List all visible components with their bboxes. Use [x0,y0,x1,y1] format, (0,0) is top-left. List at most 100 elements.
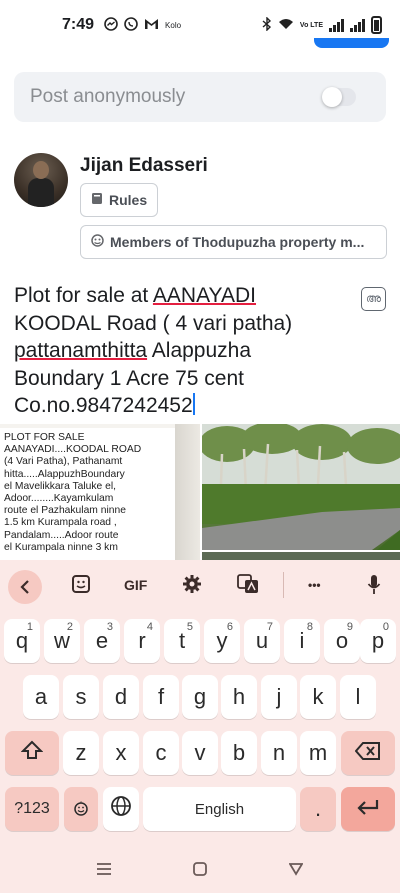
key-hint: 9 [346,621,353,633]
recent-apps-icon[interactable] [96,860,112,881]
post-anonymously-label: Post anonymously [30,86,186,107]
text-cursor [192,393,195,415]
attached-image-document[interactable]: PLOT FOR SALE AANAYADI....KOODAL ROAD (4… [0,424,200,564]
key-hint: 5 [186,621,193,633]
sticker-icon[interactable] [71,574,91,599]
key-l[interactable]: l [340,675,376,719]
key-o[interactable]: o9 [324,619,360,663]
key-i[interactable]: i8 [284,619,320,663]
gif-button[interactable]: GIF [124,577,147,593]
home-icon[interactable] [193,860,207,881]
backspace-key[interactable] [341,731,395,775]
shift-key[interactable] [5,731,59,775]
bluetooth-icon [262,15,272,34]
gmail-icon [144,18,159,33]
doc-line: Adoor........Kayamkulam [4,493,114,505]
key-b[interactable]: b [221,731,257,775]
signal-icon-1 [329,18,344,32]
key-w[interactable]: w2 [44,619,80,663]
signal-icon-2 [350,18,365,32]
group-members-icon [91,234,104,250]
back-triangle-icon[interactable] [288,860,304,881]
key-hint: 6 [226,621,233,633]
document-edge-shadow [175,424,200,564]
post-text-input[interactable]: Plot for sale at AANAYADI KOODAL Road ( … [14,282,349,420]
avatar-figure-body [28,178,54,207]
period-key[interactable]: . [300,787,336,831]
rules-label: Rules [109,192,148,208]
key-h[interactable]: h [221,675,257,719]
key-v[interactable]: v [182,731,218,775]
key-k[interactable]: k [300,675,336,719]
audience-group-button[interactable]: Members of Thodupuzha property m... [80,225,387,259]
system-navigation-bar [0,850,400,893]
doc-line: el Kurampala ninne 3 km [4,541,118,553]
key-z[interactable]: z [63,731,99,775]
post-anonymously-row[interactable]: Post anonymously [14,72,386,122]
key-a[interactable]: a [23,675,59,719]
key-y[interactable]: y6 [204,619,240,663]
key-hint: 7 [266,621,273,633]
wifi-icon [278,18,294,33]
road-photo-drawing [202,424,400,550]
rules-book-icon [91,192,103,208]
microphone-icon[interactable] [367,574,381,601]
globe-icon [110,795,132,823]
space-key[interactable]: English [143,787,296,831]
key-m[interactable]: m [300,731,336,775]
doc-line: (4 Vari Patha), Pathanamt [4,456,123,468]
doc-line: 1.5 km Kurampala road , [4,517,117,529]
key-s[interactable]: s [63,675,99,719]
key-x[interactable]: x [103,731,139,775]
key-u[interactable]: u7 [244,619,280,663]
emoji-key[interactable]: , [64,787,98,831]
post-button[interactable] [314,38,389,48]
anonymous-toggle[interactable] [322,87,356,107]
key-g[interactable]: g [182,675,218,719]
settings-gear-icon[interactable] [182,574,202,599]
key-n[interactable]: n [261,731,297,775]
post-text-line4: Boundary 1 Acre 75 cent [14,366,244,390]
document-card: PLOT FOR SALE AANAYADI....KOODAL ROAD (4… [0,428,175,564]
toolbar-divider [283,572,284,598]
post-text-line3-rest: Alappuzha [147,339,252,362]
author-name: Jijan Edasseri [80,155,208,176]
post-text-line2-start: KOODAL [14,311,101,335]
post-text-line3-underlined: pattanamthitta [14,339,148,362]
language-globe-key[interactable] [103,787,139,831]
key-hint: 2 [66,621,73,633]
transliteration-icon[interactable]: അ [361,287,386,311]
key-p[interactable]: p0 [360,619,396,663]
volte-label: Vo LTE [299,21,323,29]
key-e[interactable]: e3 [84,619,120,663]
shift-arrow-icon [20,740,44,766]
keyboard-toolbar: GIF ••• [0,560,400,612]
rules-button[interactable]: Rules [80,183,158,217]
battery-icon [371,16,382,34]
enter-key[interactable] [341,787,395,831]
status-time: 7:49 [62,16,95,33]
avatar[interactable] [14,153,68,207]
key-j[interactable]: j [261,675,297,719]
key-q[interactable]: q1 [4,619,40,663]
status-right-icons: Vo LTE [262,15,382,34]
more-options-icon[interactable]: ••• [308,578,321,592]
translate-icon[interactable] [237,574,259,599]
symbols-key[interactable]: ?123 [5,787,59,831]
doc-line: Pandalam.....Adoor route [4,529,119,541]
key-label: y [216,628,228,653]
post-text-line1-underlined: AANAYADI [152,284,257,307]
avatar-figure-head [33,161,49,179]
key-d[interactable]: d [103,675,139,719]
attached-image-road-photo[interactable] [202,424,400,550]
back-chevron-icon[interactable] [8,570,42,604]
key-hint: 0 [382,621,389,633]
backspace-icon [354,740,381,766]
key-c[interactable]: c [143,731,179,775]
key-r[interactable]: r4 [124,619,160,663]
doc-line: PLOT FOR SALE [4,432,85,443]
key-label: r [138,628,146,653]
doc-line: AANAYADI....KOODAL ROAD [4,444,142,456]
key-f[interactable]: f [143,675,179,719]
key-t[interactable]: t5 [164,619,200,663]
